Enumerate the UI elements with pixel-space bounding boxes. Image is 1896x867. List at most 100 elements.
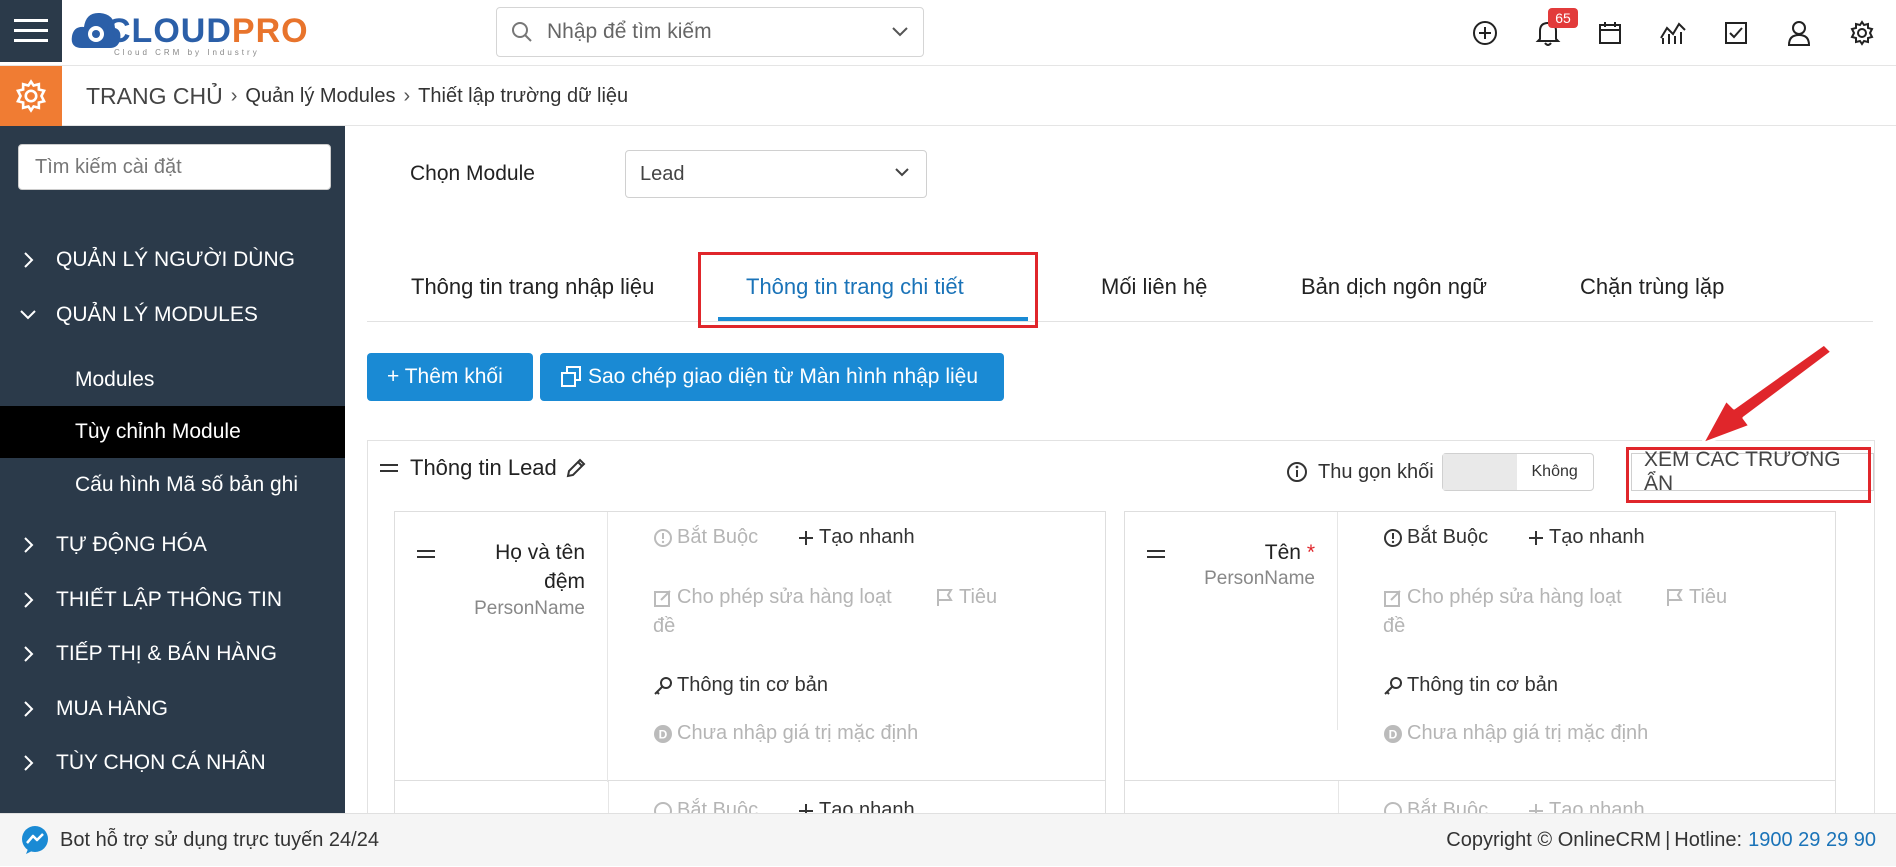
required-option[interactable]: Bắt Buộc: [1383, 799, 1488, 813]
sidebar-item-purchasing[interactable]: MUA HÀNG: [0, 684, 345, 734]
quick-create-label: Tạo nhanh: [819, 799, 915, 813]
key-icon: [1384, 676, 1402, 695]
default-d-icon: D: [654, 724, 672, 743]
calendar-icon: [1599, 22, 1621, 44]
chart-icon: [1660, 22, 1686, 44]
basic-info-option[interactable]: Thông tin cơ bản: [653, 674, 828, 697]
drag-handle-icon[interactable]: [417, 548, 435, 560]
sidebar-item-label: QUẢN LÝ MODULES: [56, 303, 258, 326]
quick-create-option[interactable]: Tạo nhanh: [1527, 526, 1645, 549]
drag-handle-icon[interactable]: [1147, 548, 1165, 560]
default-value-option[interactable]: D Chưa nhập giá trị mặc định: [653, 722, 918, 745]
sidebar-item-user-management[interactable]: QUẢN LÝ NGƯỜI DÙNG: [0, 235, 345, 285]
chevron-down-icon: [895, 168, 909, 177]
tab-translations[interactable]: Bản dịch ngôn ngữ: [1301, 252, 1487, 322]
tab-relationships[interactable]: Mối liên hệ: [1101, 252, 1207, 322]
drag-handle-icon[interactable]: [380, 462, 398, 474]
add-button[interactable]: [1468, 16, 1502, 50]
breadcrumb-home[interactable]: TRANG CHỦ: [86, 83, 223, 110]
annotation-highlight-hidden-button: [1626, 447, 1871, 503]
sidebar-item-marketing-sales[interactable]: TIẾP THỊ & BÁN HÀNG: [0, 629, 345, 679]
settings-sidebar: Tìm kiếm cài đặt QUẢN LÝ NGƯỜI DÙNG QUẢN…: [0, 126, 345, 813]
default-value-option[interactable]: D Chưa nhập giá trị mặc định: [1383, 722, 1648, 745]
required-option[interactable]: Bắt Buộc: [653, 526, 758, 549]
svg-text:D: D: [1389, 727, 1398, 741]
quick-create-option[interactable]: Tạo nhanh: [1527, 799, 1645, 813]
mass-edit-label: Cho phép sửa hàng loạt: [1407, 586, 1622, 608]
copy-layout-button[interactable]: Sao chép giao diện từ Màn hình nhập liệu: [540, 353, 1004, 401]
mass-edit-label: Cho phép sửa hàng loạt: [677, 586, 892, 608]
required-option[interactable]: Bắt Buộc: [1383, 526, 1488, 549]
field-name-line1: Họ và tên: [495, 541, 585, 564]
chevron-right-icon: [0, 754, 56, 772]
quick-create-option[interactable]: Tạo nhanh: [797, 526, 915, 549]
required-label: Bắt Buộc: [1407, 799, 1489, 813]
field-card-partial: Bắt Buộc Tạo nhanh: [1124, 781, 1836, 813]
sidebar-item-personal-options[interactable]: TÙY CHỌN CÁ NHÂN: [0, 738, 345, 788]
column-divider: [608, 781, 609, 813]
chevron-down-icon: [0, 309, 56, 321]
quick-create-label: Tạo nhanh: [1549, 526, 1645, 548]
block-title: Thông tin Lead: [410, 455, 557, 480]
tasks-button[interactable]: [1719, 16, 1753, 50]
breadcrumb-modules[interactable]: Quản lý Modules: [245, 85, 395, 108]
plus-icon: [799, 530, 813, 545]
header-option[interactable]: Tiêu: [935, 586, 997, 609]
sidebar-item-label: QUẢN LÝ NGƯỜI DÙNG: [56, 248, 295, 271]
default-value-label: Chưa nhập giá trị mặc định: [1407, 722, 1649, 744]
quick-create-label: Tạo nhanh: [1549, 799, 1645, 813]
messenger-icon: [22, 826, 48, 854]
basic-info-option[interactable]: Thông tin cơ bản: [1383, 674, 1558, 697]
hamburger-menu-button[interactable]: [0, 0, 62, 62]
module-select-value: Lead: [640, 162, 685, 185]
chevron-down-icon[interactable]: [891, 26, 909, 38]
hotline-number[interactable]: 1900 29 29 90: [1748, 829, 1876, 852]
support-bot-link[interactable]: Bot hỗ trợ sử dụng trực tuyến 24/24: [20, 825, 379, 855]
gear-icon: [16, 79, 46, 113]
sidebar-item-label: THIẾT LẬP THÔNG TIN: [56, 588, 282, 611]
add-block-button[interactable]: + Thêm khối: [367, 353, 533, 401]
cloudpro-logo[interactable]: CLOUDPRO Cloud CRM by Industry: [70, 6, 308, 58]
hamburger-icon: [14, 19, 48, 42]
tab-data-entry-info[interactable]: Thông tin trang nhập liệu: [411, 252, 654, 322]
calendar-button[interactable]: [1593, 16, 1627, 50]
chevron-right-icon: [0, 700, 56, 718]
header-option-wrap: đề: [1383, 615, 1406, 637]
plus-icon: [1529, 530, 1543, 545]
module-select[interactable]: Lead: [625, 150, 927, 198]
search-icon: [512, 22, 532, 42]
mass-edit-option[interactable]: Cho phép sửa hàng loạt: [653, 586, 892, 609]
mass-edit-option[interactable]: Cho phép sửa hàng loạt: [1383, 586, 1622, 609]
field-card-full-name: Họ và tên đệm PersonName Bắt Buộc Tạo nh…: [394, 511, 1106, 782]
settings-button[interactable]: [1845, 16, 1879, 50]
copy-layout-label: Sao chép giao diện từ Màn hình nhập liệu: [588, 365, 979, 388]
edit-checkbox-icon: [654, 589, 671, 607]
required-option[interactable]: Bắt Buộc: [653, 799, 758, 813]
collapse-block-control: Thu gọn khối Không: [1286, 453, 1594, 491]
block-header: Thông tin Lead: [380, 455, 587, 481]
collapse-toggle[interactable]: Không: [1441, 453, 1594, 491]
quick-create-option[interactable]: Tạo nhanh: [797, 799, 915, 813]
reports-button[interactable]: [1656, 16, 1690, 50]
sidebar-subitem-record-number-config[interactable]: Cấu hình Mã số bản ghi: [0, 459, 345, 511]
edit-checkbox-icon: [1384, 589, 1401, 607]
breadcrumb: TRANG CHỦ › Quản lý Modules › Thiết lập …: [86, 66, 628, 126]
header-option[interactable]: Tiêu: [1665, 586, 1727, 609]
sidebar-item-label: TỰ ĐỘNG HÓA: [56, 533, 207, 556]
field-card-partial: Bắt Buộc Tạo nhanh: [394, 781, 1106, 813]
sidebar-subitem-customize-module[interactable]: Tùy chỉnh Module: [0, 406, 345, 458]
sidebar-item-automation[interactable]: TỰ ĐỘNG HÓA: [0, 520, 345, 570]
tab-duplicate-blocking[interactable]: Chặn trùng lặp: [1580, 252, 1724, 322]
profile-button[interactable]: [1782, 16, 1816, 50]
support-bot-label: Bot hỗ trợ sử dụng trực tuyến 24/24: [60, 828, 379, 851]
settings-search-input[interactable]: Tìm kiếm cài đặt: [18, 144, 331, 190]
required-label: Bắt Buộc: [677, 526, 759, 548]
global-search-input[interactable]: Nhập để tìm kiếm: [496, 7, 924, 57]
tab-bar: Thông tin trang nhập liệu Thông tin tran…: [367, 252, 1873, 322]
sidebar-item-info-setup[interactable]: THIẾT LẬP THÔNG TIN: [0, 575, 345, 625]
sidebar-subitem-modules[interactable]: Modules: [0, 354, 345, 406]
plus-icon: [799, 803, 813, 813]
field-type: PersonName: [474, 598, 585, 619]
sidebar-item-module-management[interactable]: QUẢN LÝ MODULES: [0, 290, 345, 340]
pencil-icon[interactable]: [565, 457, 587, 479]
